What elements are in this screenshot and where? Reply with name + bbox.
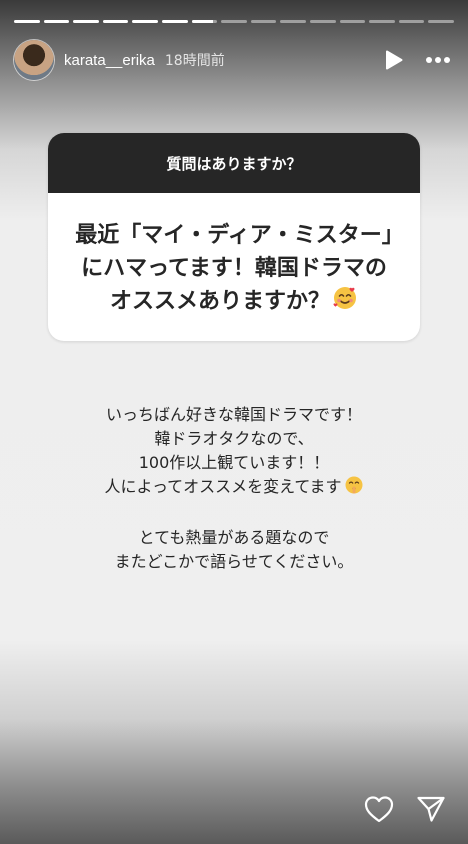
progress-fill (132, 20, 158, 23)
shushing-face-icon (344, 475, 364, 502)
answer-line: 韓ドラオタクなので、 (154, 429, 314, 448)
progress-fill (161, 20, 188, 23)
question-sticker: 質問はありますか？ 最近「マイ・ディア・ミスター」にハマってます！韓国ドラマのオ… (48, 133, 420, 341)
play-icon (386, 50, 403, 70)
play-button[interactable] (378, 44, 410, 76)
answer-line: 100作以上観ています！！ (138, 453, 330, 472)
story-header: karata__erika 18時間前 (14, 40, 454, 80)
more-button[interactable] (422, 44, 454, 76)
progress-fill (14, 20, 40, 23)
progress-fill (43, 20, 70, 23)
progress-segment (309, 20, 336, 23)
progress-segment (221, 20, 247, 23)
progress-segment (398, 20, 425, 23)
story-actions (364, 794, 446, 824)
share-button[interactable] (416, 794, 446, 824)
progress-segment (191, 20, 218, 23)
story-view: karata__erika 18時間前 質問はありますか？ 最近「マイ・ディア・… (0, 0, 468, 844)
progress-fill (191, 20, 214, 23)
progress-segment (43, 20, 70, 23)
more-icon (426, 57, 450, 63)
progress-segment (369, 20, 395, 23)
answer-line: いっちばん好きな韓国ドラマです！ (105, 405, 362, 424)
progress-segment (280, 20, 306, 23)
answer-line: 人によってオススメを変えてます (104, 477, 342, 496)
avatar[interactable] (14, 40, 54, 80)
progress-segment (102, 20, 129, 23)
smiling-face-with-hearts-icon (332, 285, 358, 321)
question-prompt: 質問はありますか？ (48, 133, 420, 193)
progress-fill (102, 20, 129, 23)
progress-segment (161, 20, 188, 23)
progress-fill (73, 20, 99, 23)
progress-segment (73, 20, 99, 23)
question-text-wrap: 最近「マイ・ディア・ミスター」にハマってます！韓国ドラマのオススメありますか？ (48, 193, 420, 321)
username[interactable]: karata__erika (64, 52, 155, 69)
progress-segment (428, 20, 454, 23)
answer-line: またどこかで語らせてください。 (114, 552, 354, 571)
progress-segment (132, 20, 158, 23)
story-progress (14, 20, 454, 23)
progress-segment (14, 20, 40, 23)
heart-icon (364, 796, 394, 823)
answer-line-with-emoji: 人によってオススメを変えてます (30, 475, 438, 502)
progress-segment (250, 20, 277, 23)
post-time: 18時間前 (164, 53, 225, 69)
answer-line: とても熱量がある題なので (138, 528, 330, 547)
send-icon (417, 796, 445, 822)
progress-segment (339, 20, 366, 23)
answer-text: いっちばん好きな韓国ドラマです！ 韓ドラオタクなので、 100作以上観ています！… (30, 403, 438, 574)
like-button[interactable] (364, 794, 394, 824)
